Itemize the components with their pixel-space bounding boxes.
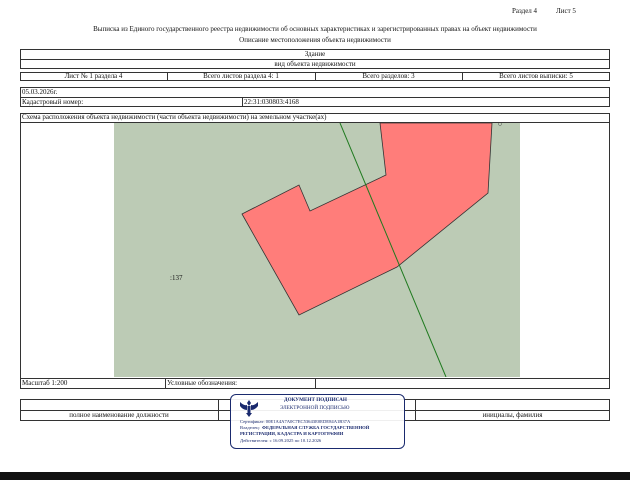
position-label: полное наименование должности [69,411,169,419]
total-sections: Всего разделов: 3 [362,72,415,80]
legend-divider [315,378,316,389]
document-subtitle: Описание местоположения объекта недвижим… [239,36,391,44]
scheme-title: Схема расположения объекта недвижимости … [22,113,327,121]
object-type-caption: вид объекта недвижимости [274,60,356,68]
stamp-line1: ДОКУМЕНТ ПОДПИСАН [284,397,347,403]
total-sheets-extract: Всего листов выписки: 5 [499,72,573,80]
stamp-line2: ЭЛЕКТРОННОЙ ПОДПИСЬЮ [280,405,350,411]
total-sheets-section: Всего листов раздела 4: 1 [203,72,279,80]
signature-col-divider-1 [218,399,219,421]
bottom-bar [0,472,630,480]
sheet-number: Лист 5 [556,7,576,15]
date-cadastral-divider [20,97,610,98]
cadastral-label: Кадастровый номер: [22,98,84,106]
eagle-emblem-icon [240,400,258,417]
stamp-validity: Действителен: с 16.09.2025 по 10.12.2026 [240,438,322,443]
initials-label: инициалы, фамилия [482,411,543,419]
scale-divider [165,378,166,389]
document-title: Выписка из Единого государственного реес… [93,25,537,33]
cadastral-col-divider [242,97,243,107]
map-scale: Масштаб 1:200 [22,379,68,387]
legend-label: Условные обозначения: [167,379,238,387]
extract-date: 05.03.2026г. [22,88,58,96]
object-type: Здание [304,50,326,58]
sheet-in-section: Лист № 1 раздела 4 [64,72,123,80]
parcel-label: :137 [170,274,183,282]
scheme-map [114,123,520,377]
section-number: Раздел 4 [512,7,538,15]
cadastral-number: 22:31:030803:4168 [244,98,299,106]
stamp-owner-2: РЕГИСТРАЦИИ, КАДАСТРА И КАРТОГРАФИИ [240,431,344,436]
